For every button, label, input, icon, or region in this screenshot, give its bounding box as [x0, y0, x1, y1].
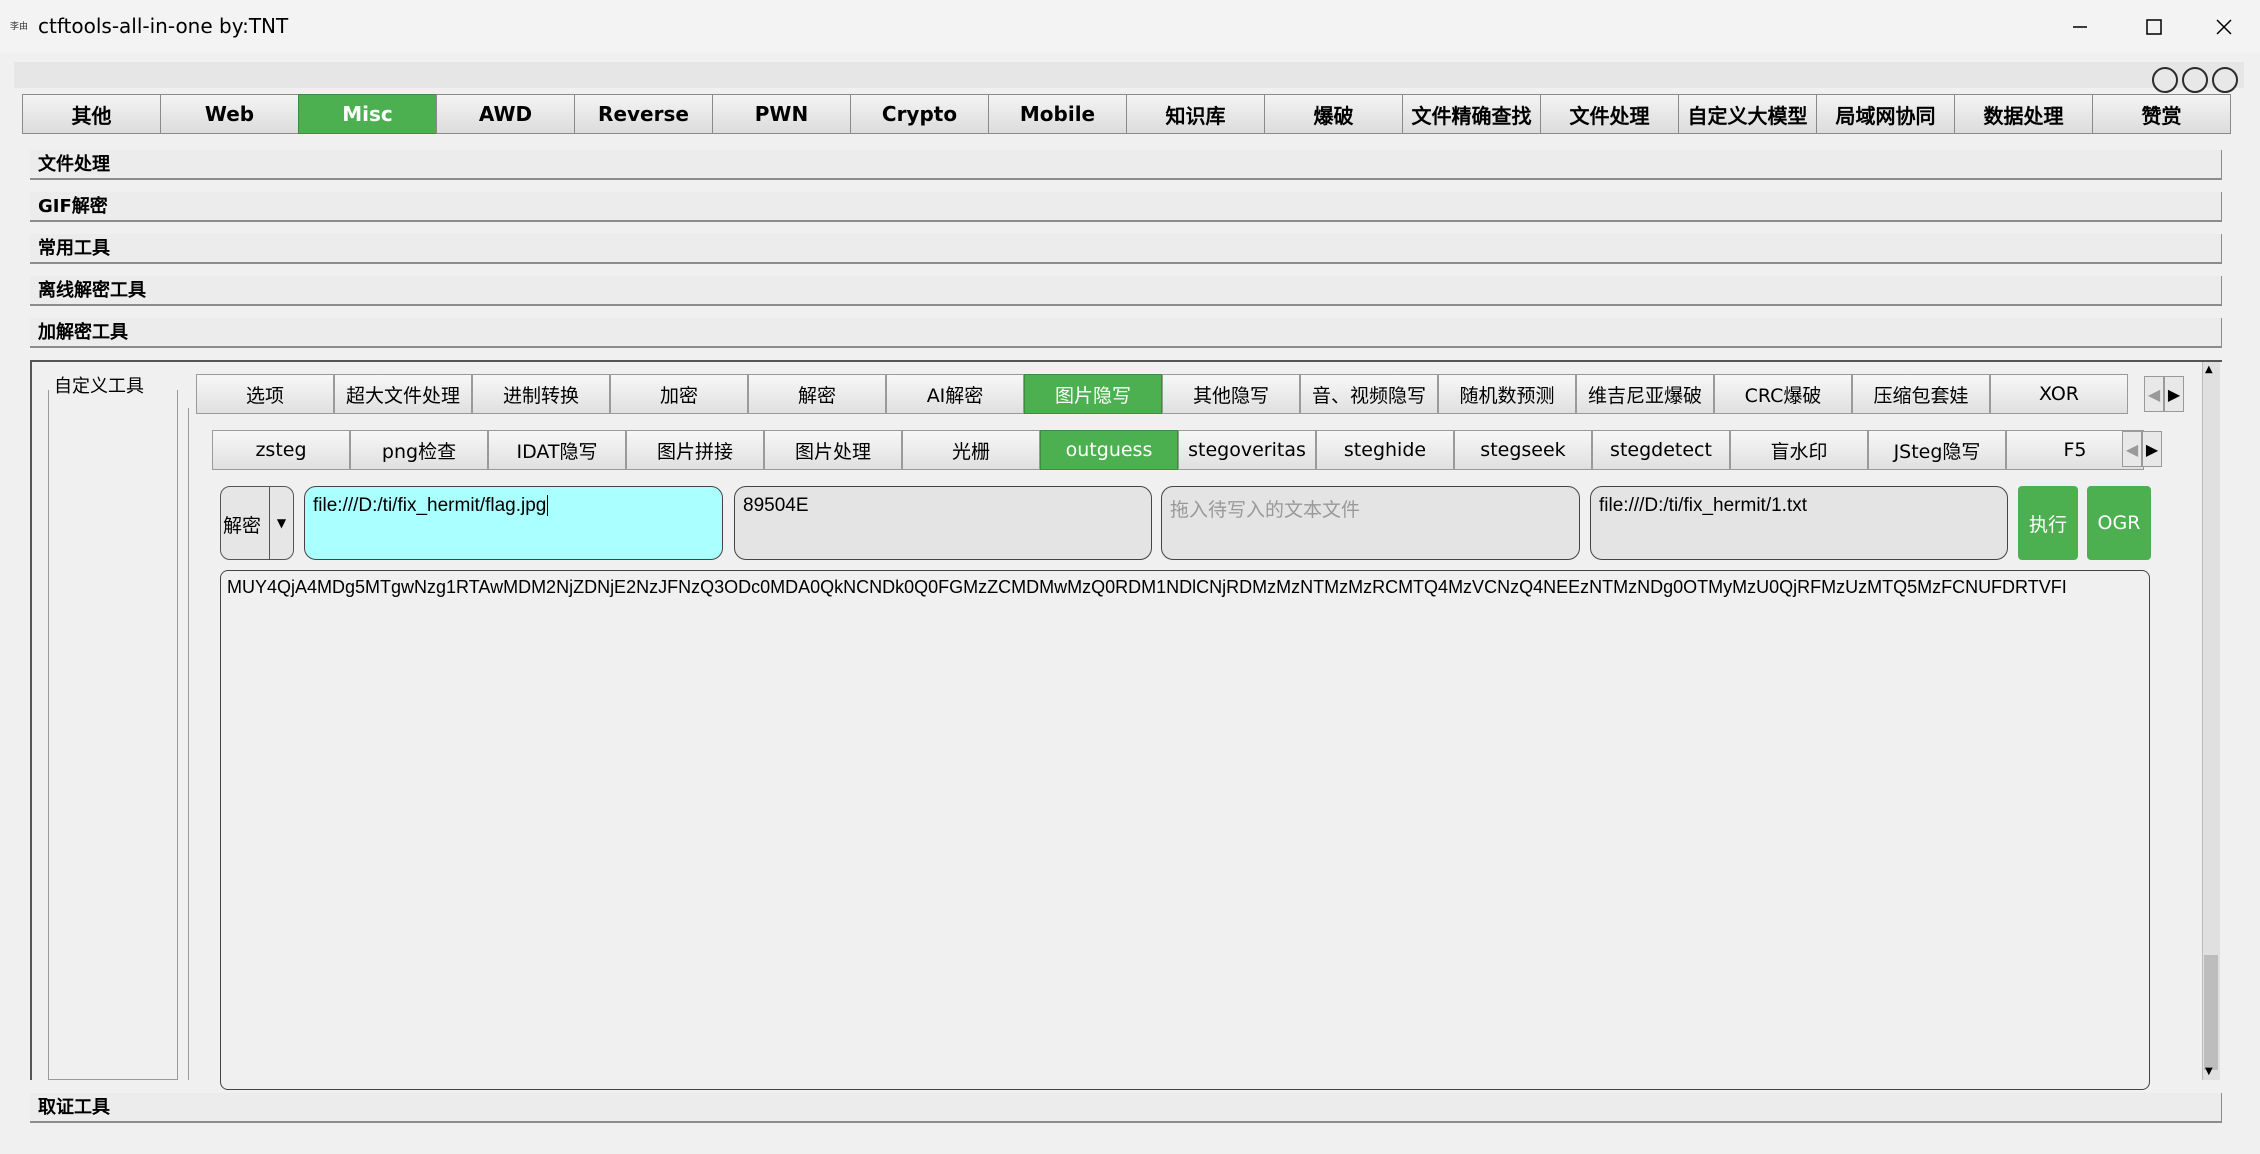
circle-button-2[interactable] [2182, 67, 2208, 93]
main-tab-15[interactable]: 赞赏 [2092, 94, 2231, 134]
stego-tab-7[interactable]: stegoveritas [1178, 430, 1316, 470]
stego-tab-11[interactable]: 盲水印 [1730, 430, 1868, 470]
chevron-down-icon: ▼ [269, 487, 293, 559]
circle-button-3[interactable] [2212, 67, 2238, 93]
maximize-button[interactable] [2126, 8, 2182, 46]
scrollbar-thumb[interactable] [2204, 955, 2218, 1070]
output-file-field[interactable]: file:///D:/ti/fix_hermit/1.txt [1590, 486, 2008, 560]
section-crypto-tools[interactable]: 加解密工具 [30, 318, 2222, 348]
main-tab-11[interactable]: 文件处理 [1540, 94, 1679, 134]
stego-tab-5[interactable]: 光栅 [902, 430, 1040, 470]
sub-tab-11[interactable]: CRC爆破 [1714, 374, 1852, 414]
stego-tab-12[interactable]: JSteg隐写 [1868, 430, 2006, 470]
main-tab-9[interactable]: 爆破 [1264, 94, 1403, 134]
input-file-field[interactable]: file:///D:/ti/fix_hermit/flag.jpg [304, 486, 723, 560]
input-file-value: file:///D:/ti/fix_hermit/flag.jpg [313, 495, 547, 516]
sub-tab-10[interactable]: 维吉尼亚爆破 [1576, 374, 1714, 414]
scroll-left-icon[interactable]: ◀ [2122, 431, 2142, 467]
minimize-icon [2073, 26, 2087, 28]
app-icon: 李由 [10, 22, 29, 32]
text-cursor [547, 495, 549, 516]
stego-tab-2[interactable]: IDAT隐写 [488, 430, 626, 470]
close-icon [2216, 19, 2232, 35]
main-tab-2[interactable]: Misc [298, 94, 437, 134]
window-title: ctftools-all-in-one by:TNT [38, 14, 289, 38]
minimize-button[interactable] [2052, 8, 2108, 46]
sub-tab-8[interactable]: 音、视频隐写 [1300, 374, 1438, 414]
custom-tools-group [48, 390, 178, 1080]
main-tab-6[interactable]: Crypto [850, 94, 989, 134]
scroll-up-icon[interactable]: ▲ [2205, 364, 2213, 375]
stego-tab-9[interactable]: stegseek [1454, 430, 1592, 470]
text-file-drop-field[interactable]: 拖入待写入的文本文件 [1161, 486, 1580, 560]
run-button[interactable]: 执行 [2018, 486, 2078, 560]
main-tab-0[interactable]: 其他 [22, 94, 161, 134]
sub-tab-2[interactable]: 进制转换 [472, 374, 610, 414]
ogr-button[interactable]: OGR [2087, 486, 2151, 560]
section-file-processing[interactable]: 文件处理 [30, 150, 2222, 180]
output-textarea[interactable]: MUY4QjA4MDg5MTgwNzg1RTAwMDM2NjZDNjE2NzJF… [220, 570, 2150, 1090]
section-gif-decrypt[interactable]: GIF解密 [30, 192, 2222, 222]
sub-tab-3[interactable]: 加密 [610, 374, 748, 414]
toolbar-strip [14, 62, 2244, 88]
scroll-left-icon[interactable]: ◀ [2144, 376, 2164, 412]
stego-tab-6[interactable]: outguess [1040, 430, 1178, 470]
key-field[interactable]: 89504E [734, 486, 1152, 560]
sub-tab-5[interactable]: AI解密 [886, 374, 1024, 414]
sub-tab-0[interactable]: 选项 [196, 374, 334, 414]
sub-tab-bar: 选项 超大文件处理 进制转换 加密 解密 AI解密 图片隐写 其他隐写 音、视频隐写 随机数预测维… [196, 374, 2128, 414]
main-tab-3[interactable]: AWD [436, 94, 575, 134]
sub-tab-1[interactable]: 超大文件处理 [334, 374, 472, 414]
main-tab-7[interactable]: Mobile [988, 94, 1127, 134]
main-tab-bar: 其他 Web Misc AWD Reverse PWN Crypto Mobile 知识库 爆破文… [22, 94, 2231, 134]
scroll-right-icon[interactable]: ▶ [2164, 376, 2184, 412]
main-tab-4[interactable]: Reverse [574, 94, 713, 134]
scroll-down-icon[interactable]: ▼ [2205, 1066, 2213, 1077]
stego-tab-1[interactable]: png检查 [350, 430, 488, 470]
maximize-icon [2146, 19, 2162, 35]
main-tab-5[interactable]: PWN [712, 94, 851, 134]
section-common-tools[interactable]: 常用工具 [30, 234, 2222, 264]
sub-tab-12[interactable]: 压缩包套娃 [1852, 374, 1990, 414]
stego-tab-bar: zsteg png检查 IDAT隐写 图片拼接 图片处理 光栅 outguess stegov… [212, 430, 2144, 470]
stego-tab-8[interactable]: steghide [1316, 430, 1454, 470]
sub-tab-6[interactable]: 图片隐写 [1024, 374, 1162, 414]
stego-tab-4[interactable]: 图片处理 [764, 430, 902, 470]
sub-tab-scroll: ◀ ▶ [2144, 376, 2184, 416]
main-tab-13[interactable]: 局域网协同 [1816, 94, 1955, 134]
stego-tab-3[interactable]: 图片拼接 [626, 430, 764, 470]
main-tab-8[interactable]: 知识库 [1126, 94, 1265, 134]
circle-button-1[interactable] [2152, 67, 2178, 93]
close-button[interactable] [2196, 8, 2252, 46]
main-tab-10[interactable]: 文件精确查找 [1402, 94, 1541, 134]
mode-select[interactable]: 解密 ▼ [220, 486, 294, 560]
title-bar [0, 0, 2260, 54]
stego-tab-10[interactable]: stegdetect [1592, 430, 1730, 470]
main-tab-1[interactable]: Web [160, 94, 299, 134]
scroll-right-icon[interactable]: ▶ [2142, 431, 2162, 467]
section-forensics-tools[interactable]: 取证工具 [30, 1093, 2222, 1123]
sub-tab-7[interactable]: 其他隐写 [1162, 374, 1300, 414]
section-offline-decrypt[interactable]: 离线解密工具 [30, 276, 2222, 306]
sub-tab-9[interactable]: 随机数预测 [1438, 374, 1576, 414]
main-tab-12[interactable]: 自定义大模型 [1678, 94, 1817, 134]
sub-tab-13[interactable]: XOR [1990, 374, 2128, 414]
mode-select-value: 解密 [223, 515, 262, 537]
custom-tools-label: 自定义工具 [50, 372, 148, 398]
stego-tab-0[interactable]: zsteg [212, 430, 350, 470]
sub-tab-4[interactable]: 解密 [748, 374, 886, 414]
stego-tab-scroll: ◀ ▶ [2122, 431, 2162, 471]
main-tab-14[interactable]: 数据处理 [1954, 94, 2093, 134]
